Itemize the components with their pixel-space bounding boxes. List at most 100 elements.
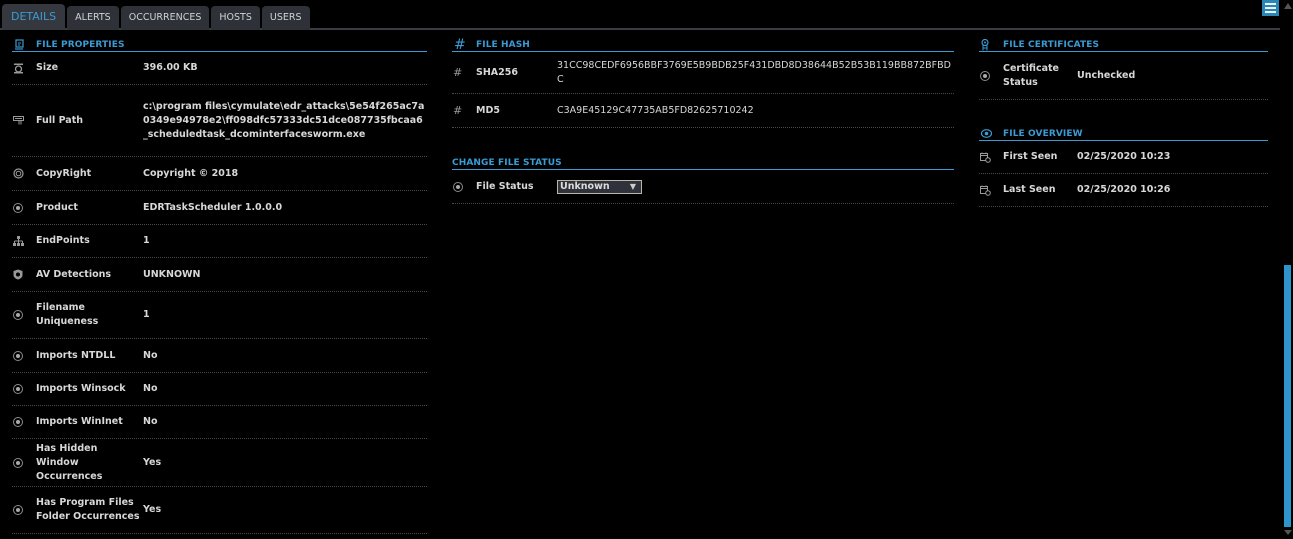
property-value: Yes (143, 456, 162, 468)
property-row-full-path: Full Path c:\program files\cymulate\edr_… (12, 85, 427, 157)
property-label: Imports WinInet (36, 416, 123, 427)
radio-icon (13, 350, 23, 361)
file-hash-panel: # FILE HASH # SHA256 31CC98CEDF6956BBF37… (452, 36, 954, 204)
property-row-product: Product EDRTaskScheduler 1.0.0.0 (12, 191, 427, 225)
hash-icon: # (454, 36, 466, 53)
property-value: c:\program files\cymulate\edr_attacks\5e… (143, 100, 425, 140)
property-value: 1 (143, 235, 150, 246)
hash-label: SHA256 (476, 66, 518, 78)
hash-icon: # (453, 66, 463, 79)
file-properties-header: FILE PROPERTIES (12, 38, 427, 52)
radio-icon (13, 457, 23, 468)
calendar-icon (979, 185, 1003, 196)
property-row-endpoints: EndPoints 1 (12, 225, 427, 258)
first-seen-label: First Seen (1003, 151, 1058, 162)
property-row-copyright: CopyRight Copyright © 2018 (12, 157, 427, 191)
property-value: No (143, 349, 158, 361)
hash-row-sha256: # SHA256 31CC98CEDF6956BBF3769E5B9BDB25F… (452, 52, 954, 94)
file-hash-header: # FILE HASH (452, 36, 954, 53)
radio-icon (453, 181, 463, 192)
property-label: EndPoints (36, 235, 90, 246)
hash-icon: # (453, 104, 463, 117)
property-row-hidden-window: Has Hidden Window Occurrences Yes (12, 439, 427, 487)
file-status-select[interactable]: Unknown ▼ (557, 179, 642, 194)
radio-icon (13, 310, 23, 320)
file-properties-title: FILE PROPERTIES (36, 39, 125, 50)
tab-alerts[interactable]: ALERTS (67, 6, 119, 30)
last-seen-value: 02/25/2020 10:26 (1077, 184, 1171, 195)
radio-icon (13, 202, 23, 213)
file-properties-panel: FILE PROPERTIES Size 396.00 KB Full Path… (12, 38, 427, 534)
hash-value: 31CC98CEDF6956BBF3769E5B9BDB25F431DBD8D3… (557, 59, 951, 85)
hash-value: C3A9E45129C47735AB5FD82625710242 (557, 104, 754, 116)
checklist-icon[interactable] (1262, 0, 1279, 16)
property-value: Copyright © 2018 (143, 167, 239, 179)
certificate-icon (979, 38, 1003, 51)
tab-users[interactable]: USERS (261, 6, 310, 30)
property-label: AV Detections (36, 268, 112, 280)
shield-icon (12, 269, 36, 280)
property-value: 396.00 KB (143, 62, 198, 73)
file-overview-header: FILE OVERVIEW (979, 127, 1268, 141)
radio-icon (980, 70, 990, 81)
property-value: Yes (143, 504, 162, 515)
file-overview-section: FILE OVERVIEW First Seen 02/25/2020 10:2… (979, 127, 1268, 207)
scrollbar-thumb[interactable] (1284, 265, 1291, 527)
file-overview-title: FILE OVERVIEW (1003, 128, 1083, 139)
calendar-icon (979, 152, 1003, 163)
file-certificates-title: FILE CERTIFICATES (1003, 39, 1100, 50)
copyright-icon (12, 168, 36, 179)
property-label: Size (36, 62, 59, 73)
eye-icon (979, 129, 1003, 138)
radio-icon (13, 384, 23, 394)
property-row-size: Size 396.00 KB (12, 52, 427, 85)
property-value: UNKNOWN (143, 268, 201, 280)
property-value: 1 (143, 309, 150, 320)
network-icon (12, 236, 36, 246)
file-status-label: File Status (476, 180, 534, 192)
certificate-status-row: Certificate Status Unchecked (979, 52, 1268, 100)
tab-occurrences[interactable]: OCCURRENCES (120, 6, 210, 30)
first-seen-row: First Seen 02/25/2020 10:23 (979, 141, 1268, 174)
last-seen-row: Last Seen 02/25/2020 10:26 (979, 174, 1268, 207)
path-icon (12, 116, 36, 125)
property-value: EDRTaskScheduler 1.0.0.0 (143, 201, 283, 213)
hash-label: MD5 (476, 104, 500, 116)
property-row-av-detections: AV Detections UNKNOWN (12, 258, 427, 292)
file-certificates-panel: FILE CERTIFICATES Certificate Status Unc… (979, 38, 1268, 207)
last-seen-label: Last Seen (1003, 184, 1056, 195)
change-file-status-title: CHANGE FILE STATUS (452, 157, 562, 168)
property-row-imports-ntdll: Imports NTDLL No (12, 339, 427, 373)
scroll-down-arrow[interactable] (1284, 530, 1292, 535)
certificate-status-value: Unchecked (1077, 69, 1136, 81)
change-file-status-header: CHANGE FILE STATUS (452, 156, 954, 170)
file-hash-title: FILE HASH (476, 39, 530, 50)
property-label: Filename Uniqueness (36, 302, 99, 327)
property-label: Imports NTDLL (36, 349, 116, 361)
tab-details[interactable]: DETAILS (2, 4, 66, 30)
property-label: Has Program Files Folder Occurrences (36, 497, 140, 522)
property-label: CopyRight (36, 167, 92, 179)
file-certificates-header: FILE CERTIFICATES (979, 38, 1268, 52)
weight-icon (12, 63, 36, 74)
property-value: No (143, 416, 158, 427)
chevron-down-icon: ▼ (629, 182, 636, 191)
tab-hosts[interactable]: HOSTS (211, 6, 260, 30)
radio-icon (13, 505, 23, 515)
tab-bar: DETAILS ALERTS OCCURRENCES HOSTS USERS (0, 0, 1280, 30)
file-status-row: File Status Unknown ▼ (452, 170, 954, 204)
property-label: Has Hidden Window Occurrences (36, 442, 103, 482)
file-properties-icon (12, 39, 36, 50)
property-label: Imports Winsock (36, 383, 126, 394)
file-status-selected: Unknown (560, 181, 610, 192)
hash-row-md5: # MD5 C3A9E45129C47735AB5FD82625710242 (452, 94, 954, 128)
property-label: Product (36, 201, 78, 213)
property-value: No (143, 383, 158, 394)
first-seen-value: 02/25/2020 10:23 (1077, 151, 1171, 162)
property-row-imports-winsock: Imports Winsock No (12, 373, 427, 406)
scroll-up-arrow[interactable] (1284, 3, 1292, 9)
property-label: Full Path (36, 114, 84, 126)
property-row-filename-uniqueness: Filename Uniqueness 1 (12, 292, 427, 339)
property-row-program-files: Has Program Files Folder Occurrences Yes (12, 487, 427, 534)
certificate-status-label: Certificate Status (1003, 62, 1059, 88)
